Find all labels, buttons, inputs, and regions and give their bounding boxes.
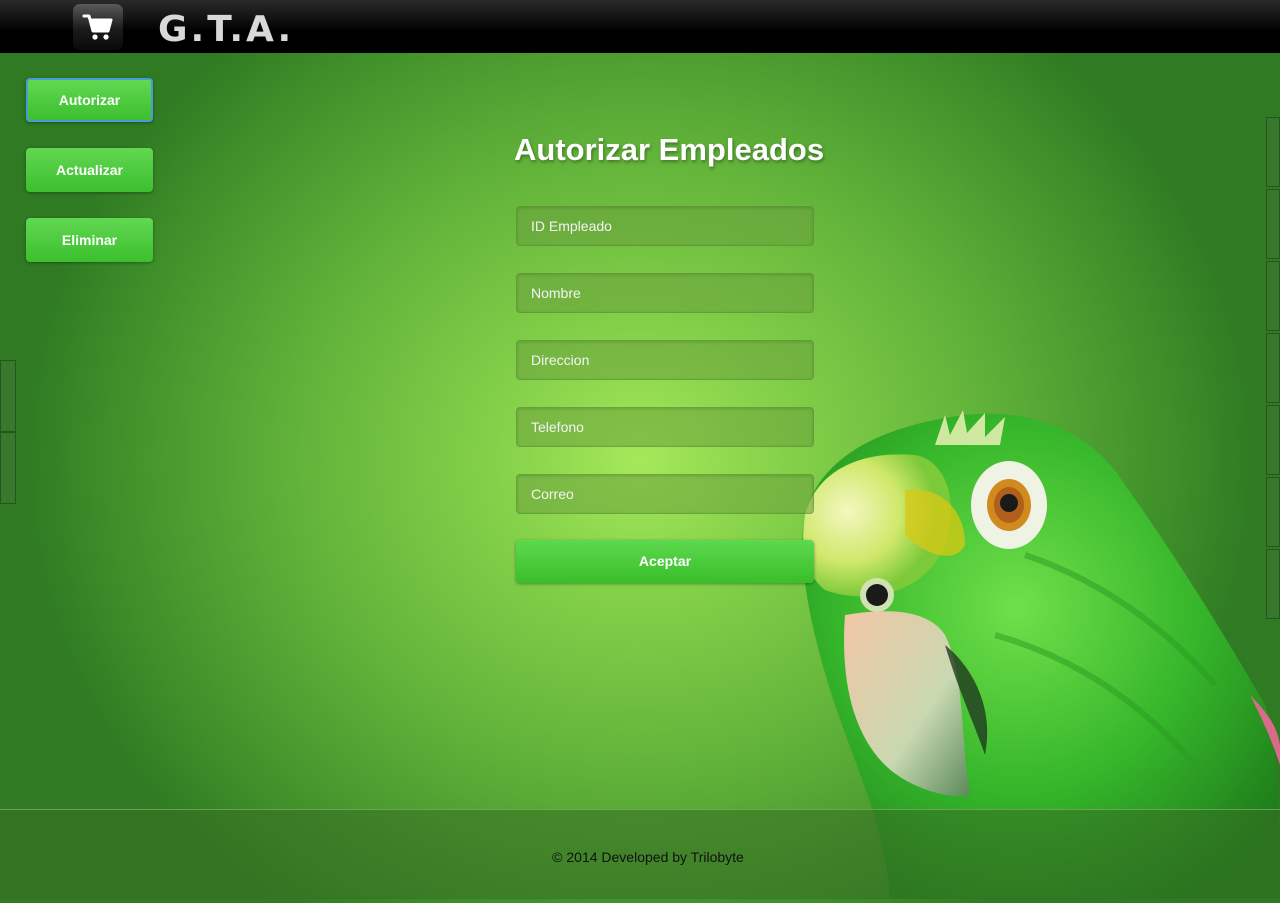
nombre-field[interactable] <box>516 273 814 313</box>
id-empleado-field[interactable] <box>516 206 814 246</box>
right-edge-tab[interactable] <box>1266 261 1280 331</box>
right-edge-tab[interactable] <box>1266 189 1280 259</box>
aceptar-button[interactable]: Aceptar <box>516 540 814 583</box>
telefono-field[interactable] <box>516 407 814 447</box>
footer-copyright: © 2014 Developed by Trilobyte <box>552 849 744 865</box>
cart-button[interactable] <box>73 4 123 50</box>
shopping-cart-icon <box>82 14 113 40</box>
right-edge-tab[interactable] <box>1266 117 1280 187</box>
page-title: Autorizar Empleados <box>514 132 825 167</box>
right-edge-tab[interactable] <box>1266 405 1280 475</box>
footer: © 2014 Developed by Trilobyte <box>0 809 1280 899</box>
left-edge-tab[interactable] <box>0 360 16 432</box>
brand-logo-text: G.T.A. <box>158 9 295 50</box>
sidebar-item-autorizar[interactable]: Autorizar <box>26 78 153 122</box>
sidebar-item-eliminar[interactable]: Eliminar <box>26 218 153 262</box>
right-edge-tab[interactable] <box>1266 549 1280 619</box>
top-bar: G.T.A. <box>0 0 1280 53</box>
direccion-field[interactable] <box>516 340 814 380</box>
sidebar-item-actualizar[interactable]: Actualizar <box>26 148 153 192</box>
correo-field[interactable] <box>516 474 814 514</box>
left-edge-tab[interactable] <box>0 432 16 504</box>
right-edge-tab[interactable] <box>1266 333 1280 403</box>
right-edge-tab[interactable] <box>1266 477 1280 547</box>
